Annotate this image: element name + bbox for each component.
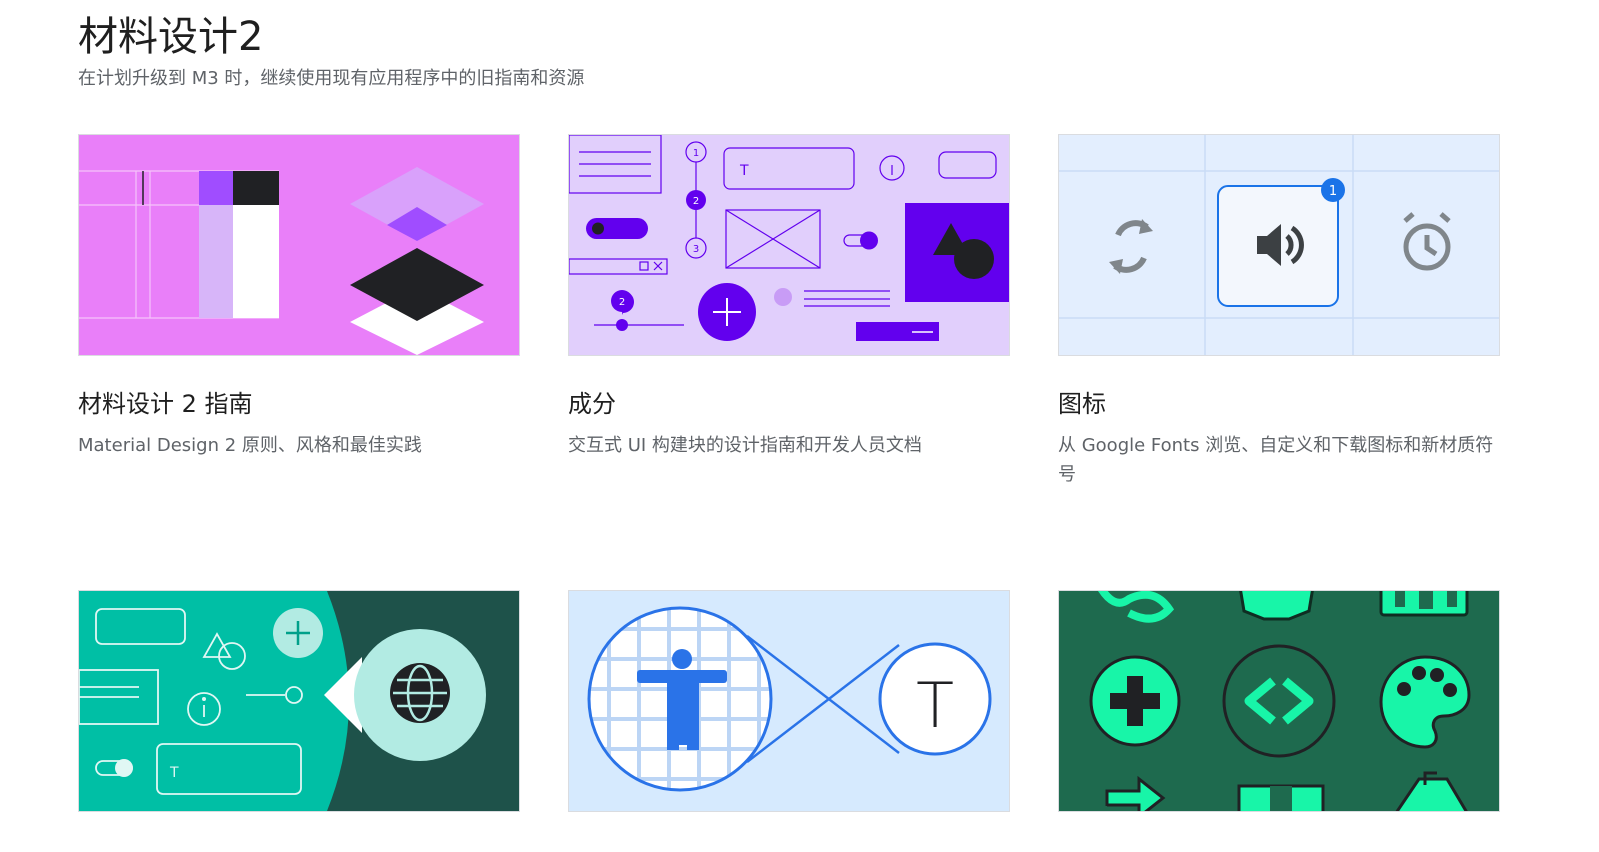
globe-icon xyxy=(390,663,450,723)
card-description: 交互式 UI 构建块的设计指南和开发人员文档 xyxy=(568,435,922,456)
stepper-label-3: 3 xyxy=(693,244,699,255)
add-circle-icon xyxy=(1089,655,1181,747)
page-subtitle: 在计划升级到 M3 时，继续使用现有应用程序中的旧指南和资源 xyxy=(78,68,585,89)
card-description: 从 Google Fonts 浏览、自定义和下载图标和新材质符号 xyxy=(1058,435,1494,485)
icons-illustration: 1 xyxy=(1058,134,1500,356)
stepper-label-1: 1 xyxy=(693,148,699,159)
color-illustration: T xyxy=(78,590,520,812)
card-components[interactable]: 1 2 3 T 2 成分 交互式 UI 构建块的设计指南和开发人员文档 xyxy=(568,134,1010,460)
page-title: 材料设计2 xyxy=(78,14,264,60)
card-md2-guidelines[interactable]: 材料设计 2 指南 Material Design 2 原则、风格和最佳实践 xyxy=(78,134,520,460)
slider-badge-label: 2 xyxy=(619,297,625,308)
card-title: 成分 xyxy=(568,390,616,418)
symbols-illustration xyxy=(1058,590,1500,812)
guidelines-illustration xyxy=(78,134,520,356)
stepper-label-2: 2 xyxy=(693,196,699,207)
card-row2-2[interactable]: T xyxy=(568,590,1010,840)
card-title: 材料设计 2 指南 xyxy=(78,390,253,418)
card-row2-1[interactable]: T xyxy=(78,590,520,840)
components-illustration: 1 2 3 T 2 xyxy=(568,134,1010,356)
text-field-glyph: T xyxy=(739,163,749,179)
card-title: 图标 xyxy=(1058,390,1106,418)
type-glyph: T xyxy=(916,669,954,742)
accessibility-illustration: T xyxy=(568,590,1010,812)
text-field-glyph: T xyxy=(169,765,179,781)
code-icon xyxy=(1222,644,1336,758)
card-row2-3[interactable] xyxy=(1058,590,1500,840)
card-icons[interactable]: 1 图标 从 Google Fonts 浏览、自定义和下载图标和新材质符号 xyxy=(1058,134,1500,489)
card-description: Material Design 2 原则、风格和最佳实践 xyxy=(78,435,422,456)
notification-count: 1 xyxy=(1329,184,1337,199)
